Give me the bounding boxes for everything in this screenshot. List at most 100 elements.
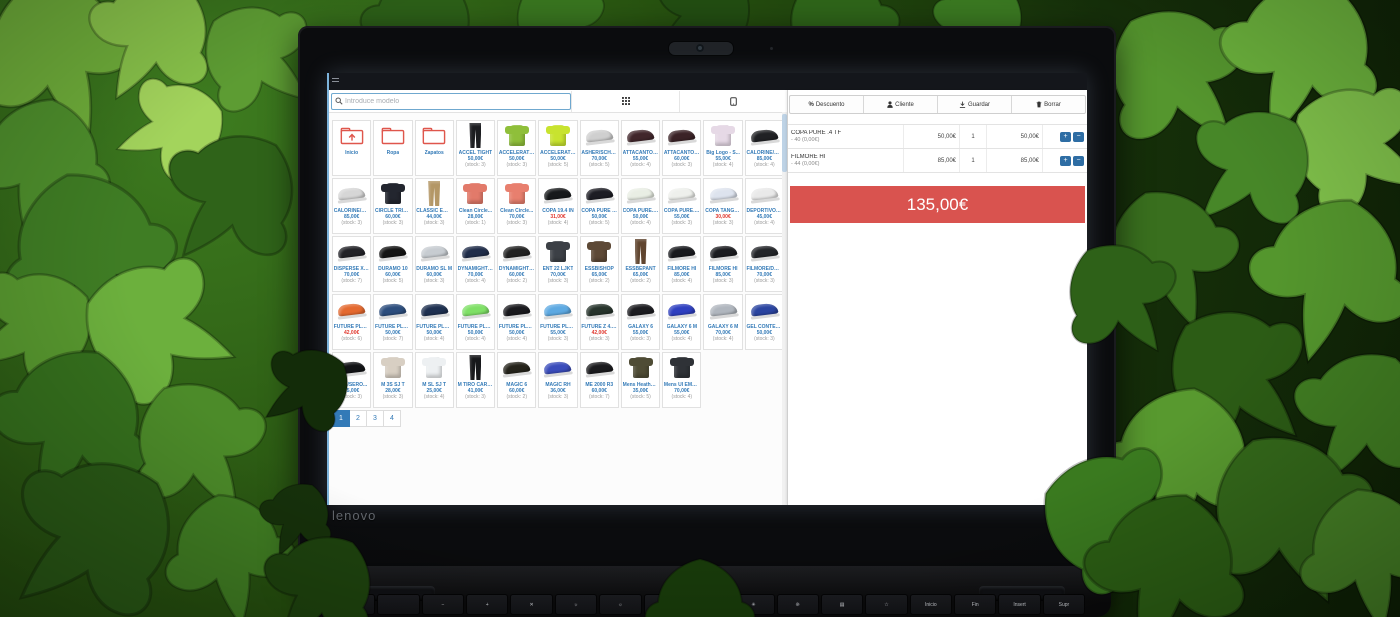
product-thumb xyxy=(467,183,483,204)
keyboard-key[interactable]: ☼ xyxy=(599,594,641,615)
keyboard-key[interactable]: ❊ xyxy=(777,594,819,615)
increase-qty-button[interactable]: + xyxy=(1060,156,1071,166)
product-tile[interactable]: CLASSIC EM B...44,00€(stock: 3) xyxy=(415,178,454,234)
product-tile[interactable]: FUTURE PLAY MG50,00€(stock: 4) xyxy=(415,294,454,350)
product-tile[interactable]: CIRCLE TRIM HOO60,00€(stock: 3) xyxy=(373,178,412,234)
product-tile[interactable]: FUTURE PLAY FG42,00€(stock: 6) xyxy=(332,294,371,350)
keyboard-key[interactable]: ψ xyxy=(688,594,730,615)
product-tile[interactable]: M 3S SJ T28,00€(stock: 3) xyxy=(373,352,412,408)
delete-button[interactable]: Borrar xyxy=(1012,96,1085,113)
keyboard-key[interactable]: ✕ xyxy=(510,594,552,615)
product-tile[interactable]: FUTURE Z 4.4 MG42,00€(stock: 3) xyxy=(580,294,619,350)
keyboard-key[interactable]: ☆ xyxy=(865,594,907,615)
keyboard-key[interactable]: + xyxy=(466,594,508,615)
page-button[interactable]: 1 xyxy=(332,410,350,427)
product-stock: (stock: 4) xyxy=(506,336,527,342)
search-icon xyxy=(335,97,343,105)
device-icon xyxy=(730,97,737,106)
product-tile[interactable]: M TIRO CARGO P41,00€(stock: 3) xyxy=(456,352,495,408)
keyboard-key[interactable]: Esc xyxy=(333,594,375,615)
product-tile[interactable]: ATTACANTO FG/A55,00€(stock: 4) xyxy=(621,120,660,176)
keyboard-key[interactable]: Insert xyxy=(998,594,1040,615)
product-tile[interactable]: ESSBEPANT65,00€(stock: 2) xyxy=(621,236,660,292)
product-tile[interactable]: GEL CONTEND 850,00€(stock: 3) xyxy=(745,294,784,350)
product-tile[interactable]: DEPORTIVO 4 FAC45,00€(stock: 4) xyxy=(745,178,784,234)
product-tile[interactable]: FUTURE PLAY TT55,00€(stock: 3) xyxy=(538,294,577,350)
product-tile[interactable]: FUTURE PLAY IT50,00€(stock: 7) xyxy=(373,294,412,350)
product-tile[interactable]: ENT 22 LJKT70,00€(stock: 3) xyxy=(538,236,577,292)
discount-button[interactable]: % Descuento xyxy=(790,96,864,113)
product-tile[interactable]: ESSBISHOP65,00€(stock: 2) xyxy=(580,236,619,292)
product-tile[interactable]: Mens UI EMEA...70,00€(stock: 4) xyxy=(662,352,701,408)
product-tile[interactable]: GMS/SERO...85,00€(stock: 3) xyxy=(332,352,371,408)
keyboard-key[interactable]: ▢ xyxy=(644,594,686,615)
product-tile[interactable]: GALAXY 655,00€(stock: 3) xyxy=(621,294,660,350)
search-box[interactable] xyxy=(331,93,571,110)
product-tile[interactable]: ME 2000 R360,00€(stock: 7) xyxy=(580,352,619,408)
menu-icon[interactable] xyxy=(332,78,339,84)
keyboard-key[interactable]: Supr xyxy=(1043,594,1085,615)
product-tile[interactable]: ASHER/SCHOONER70,00€(stock: 5) xyxy=(580,120,619,176)
product-tile[interactable]: Big Logo - S...55,00€(stock: 4) xyxy=(703,120,742,176)
folder-tile[interactable]: Inicio xyxy=(332,120,371,176)
product-tile[interactable]: FILMORE/DOGE...70,00€(stock: 3) xyxy=(745,236,784,292)
keyboard-key[interactable]: ☼ xyxy=(555,594,597,615)
product-tile[interactable]: COPA PURE.4 FG50,00€(stock: 4) xyxy=(621,178,660,234)
product-tile[interactable]: COPA PURE.4 TF55,00€(stock: 3) xyxy=(662,178,701,234)
product-stock: (stock: 4) xyxy=(672,394,693,400)
folder-tile[interactable]: Ropa xyxy=(373,120,412,176)
product-tile[interactable]: GALAXY 6 M70,00€(stock: 4) xyxy=(703,294,742,350)
product-tile[interactable]: DYNAMIGHT 2...70,00€(stock: 4) xyxy=(456,236,495,292)
decrease-qty-button[interactable]: − xyxy=(1073,132,1084,142)
product-tile[interactable]: COPA 19.4 IN31,00€(stock: 4) xyxy=(538,178,577,234)
product-thumb xyxy=(461,302,489,317)
cart-total-banner[interactable]: 135,00€ xyxy=(790,186,1085,223)
product-tile[interactable]: DISPERSE XT 370,00€(stock: 7) xyxy=(332,236,371,292)
increase-qty-button[interactable]: + xyxy=(1060,132,1071,142)
page-button[interactable]: 3 xyxy=(366,410,384,427)
product-tile[interactable]: FILMORE HI85,00€(stock: 3) xyxy=(703,236,742,292)
keyboard-key[interactable]: Inicio xyxy=(910,594,952,615)
decrease-qty-button[interactable]: − xyxy=(1073,156,1084,166)
client-button[interactable]: Cliente xyxy=(864,96,938,113)
cart-item-row: FILMORE HI- 44 (0,00€)85,00€185,00€+− xyxy=(788,149,1087,173)
product-tile[interactable]: ACCELERATE HZ50,00€(stock: 3) xyxy=(497,120,536,176)
product-tile[interactable]: CALORINE/SUB...85,00€(stock: 4) xyxy=(745,120,784,176)
product-thumb xyxy=(461,244,489,259)
product-tile[interactable]: Mens Heathers...35,00€(stock: 5) xyxy=(621,352,660,408)
catalog-panel: InicioRopaZapatosACCEL TIGHT50,00€(stock… xyxy=(329,90,787,505)
search-input[interactable] xyxy=(345,95,570,107)
product-tile[interactable]: COPA PURE .4 TF50,00€(stock: 5) xyxy=(580,178,619,234)
product-tile[interactable]: DURAMO 1060,00€(stock: 5) xyxy=(373,236,412,292)
product-tile[interactable]: MAGIC RH36,00€(stock: 3) xyxy=(538,352,577,408)
product-tile[interactable]: FUTURE PLAY MG50,00€(stock: 4) xyxy=(456,294,495,350)
keyboard-key[interactable]: ▤ xyxy=(821,594,863,615)
product-thumb xyxy=(750,186,778,201)
grid-view-button[interactable] xyxy=(571,91,679,112)
product-thumb xyxy=(668,302,696,317)
product-tile[interactable]: Clean Circle...28,00€(stock: 1) xyxy=(456,178,495,234)
page-button[interactable]: 4 xyxy=(383,410,401,427)
product-image xyxy=(622,237,659,266)
folder-tile[interactable]: Zapatos xyxy=(415,120,454,176)
product-tile[interactable]: DURAMO SL M60,00€(stock: 3) xyxy=(415,236,454,292)
keyboard-key[interactable] xyxy=(377,594,419,615)
product-tile[interactable]: FILMORE HI85,00€(stock: 4) xyxy=(662,236,701,292)
product-tile[interactable]: MAGIC 660,00€(stock: 2) xyxy=(497,352,536,408)
keyboard-key[interactable]: ✳ xyxy=(732,594,774,615)
product-tile[interactable]: FUTURE PLAY TT50,00€(stock: 4) xyxy=(497,294,536,350)
save-button[interactable]: Guardar xyxy=(938,96,1012,113)
product-tile[interactable]: DYNAMIGHT 2...60,00€(stock: 2) xyxy=(497,236,536,292)
product-tile[interactable]: COPA TANGO 18.430,00€(stock: 3) xyxy=(703,178,742,234)
product-tile[interactable]: ACCEL TIGHT50,00€(stock: 3) xyxy=(456,120,495,176)
keyboard-key[interactable]: Fin xyxy=(954,594,996,615)
product-tile[interactable]: GALAXY 6 M55,00€(stock: 4) xyxy=(662,294,701,350)
product-tile[interactable]: M SL SJ T25,00€(stock: 4) xyxy=(415,352,454,408)
keyboard-key[interactable]: − xyxy=(422,594,464,615)
product-tile[interactable]: ACCELERATE SS50,00€(stock: 5) xyxy=(538,120,577,176)
device-button[interactable] xyxy=(679,91,787,112)
product-tile[interactable]: Clean Circle...70,00€(stock: 3) xyxy=(497,178,536,234)
product-tile[interactable]: ATTACANTO TT60,00€(stock: 3) xyxy=(662,120,701,176)
product-tile[interactable]: CALORINE/SUB...85,00€(stock: 3) xyxy=(332,178,371,234)
page-button[interactable]: 2 xyxy=(349,410,367,427)
